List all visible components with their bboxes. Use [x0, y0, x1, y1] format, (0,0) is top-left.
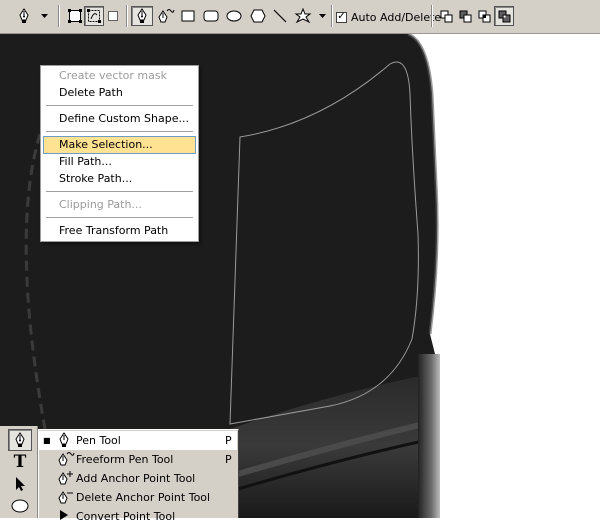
shape-tool-button[interactable] [8, 495, 32, 517]
menu-separator [46, 217, 193, 218]
text-tool-icon: T [13, 452, 27, 472]
menu-item-define-custom-shape[interactable]: Define Custom Shape... [43, 110, 196, 128]
ellipse-shape-icon [11, 499, 29, 513]
flyout-item-shortcut: P [225, 434, 232, 447]
flyout-item-add-anchor-point-tool[interactable]: Add Anchor Point Tool [39, 469, 237, 488]
rounded-rectangle-icon[interactable] [200, 6, 222, 26]
menu-item-stroke-path[interactable]: Stroke Path... [43, 170, 196, 188]
polygon-icon[interactable] [247, 6, 269, 26]
add-to-path-area-icon[interactable] [437, 6, 455, 26]
exclude-overlapping-path-areas-icon[interactable] [494, 6, 514, 26]
pen-tool-button[interactable] [8, 429, 32, 451]
freeform-pen-icon[interactable] [155, 6, 177, 26]
selection-tool-button[interactable] [8, 473, 32, 495]
pen-icon[interactable] [131, 6, 153, 26]
auto-add-delete-checkbox[interactable]: ✓ [336, 11, 347, 23]
pen-tool-flyout: ■ Pen Tool P Freeform Pen Tool P Add Anc… [38, 429, 239, 523]
text-tool-button[interactable]: T [8, 451, 32, 473]
flyout-item-label: Pen Tool [76, 434, 121, 447]
menu-separator [46, 191, 193, 192]
flyout-item-pen-tool[interactable]: ■ Pen Tool P [39, 431, 237, 450]
convert-point-icon [57, 508, 71, 530]
helmet-rim-highlight [418, 354, 440, 518]
flyout-item-shortcut: P [225, 453, 232, 466]
check-mark: ✓ [337, 11, 346, 22]
selected-bullet-icon: ■ [43, 436, 51, 445]
shape-layers-icon[interactable] [65, 6, 85, 26]
ellipse-icon[interactable] [223, 6, 245, 26]
options-separator [431, 5, 433, 27]
options-separator [331, 5, 333, 27]
flyout-item-label: Add Anchor Point Tool [76, 472, 196, 485]
tools-panel: T [0, 426, 38, 518]
custom-shape-dropdown-icon[interactable] [316, 6, 328, 26]
pen-icon [15, 432, 25, 447]
menu-separator [46, 105, 193, 106]
auto-add-delete-label: Auto Add/Delete [351, 10, 442, 24]
options-bar: ✓ Auto Add/Delete [0, 0, 600, 34]
intersect-path-areas-icon[interactable] [475, 6, 493, 26]
rectangle-icon[interactable] [178, 6, 198, 26]
flyout-item-label: Freeform Pen Tool [76, 453, 174, 466]
paths-icon[interactable] [84, 6, 104, 26]
line-icon[interactable] [270, 6, 290, 26]
menu-separator [46, 131, 193, 132]
menu-item-clipping-path: Clipping Path... [59, 198, 142, 211]
flyout-item-convert-point-tool[interactable]: Convert Point Tool [39, 507, 237, 526]
menu-item-delete-path[interactable]: Delete Path [43, 84, 196, 102]
menu-item-free-transform-path[interactable]: Free Transform Path [43, 222, 196, 240]
options-separator [126, 5, 128, 27]
arrow-cursor-icon [16, 477, 25, 491]
custom-shape-icon[interactable] [291, 6, 315, 26]
flyout-item-label: Delete Anchor Point Tool [76, 491, 211, 504]
pen-tool-preset-icon[interactable] [12, 6, 36, 26]
flyout-item-delete-anchor-point-tool[interactable]: Delete Anchor Point Tool [39, 488, 237, 507]
fill-pixels-icon[interactable] [104, 6, 122, 26]
menu-item-create-vector-mask: Create vector mask [59, 69, 167, 82]
flyout-item-freeform-pen-tool[interactable]: Freeform Pen Tool P [39, 450, 237, 469]
menu-item-fill-path[interactable]: Fill Path... [43, 153, 196, 171]
options-separator [58, 5, 60, 27]
dropdown-arrow-icon[interactable] [38, 6, 50, 26]
auto-add-delete-option[interactable]: ✓ Auto Add/Delete [336, 8, 441, 26]
flyout-item-label: Convert Point Tool [76, 510, 176, 523]
subtract-from-path-area-icon[interactable] [456, 6, 474, 26]
menu-item-make-selection[interactable]: Make Selection... [43, 136, 196, 154]
path-context-menu: Create vector mask Delete Path Define Cu… [40, 65, 199, 242]
